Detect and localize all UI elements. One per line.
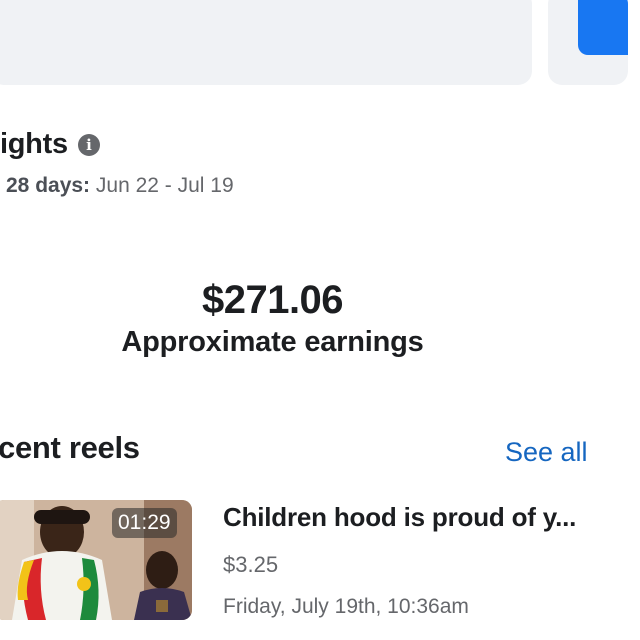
top-summary-card <box>0 0 532 85</box>
top-right-card <box>548 0 628 85</box>
insights-title: ights <box>0 128 68 160</box>
date-range-prefix: 28 days: <box>6 174 91 197</box>
info-icon[interactable]: i <box>78 134 100 156</box>
top-action-button[interactable] <box>578 0 628 55</box>
reel-earnings: $3.25 <box>223 552 279 577</box>
reel-date: Friday, July 19th, 10:36am <box>223 595 469 618</box>
reel-title[interactable]: Children hood is proud of y... <box>223 502 576 533</box>
see-all-link[interactable]: See all <box>505 437 588 468</box>
date-range-value: Jun 22 - Jul 19 <box>90 174 234 197</box>
approximate-earnings-label: Approximate earnings <box>121 326 424 358</box>
reel-thumbnail[interactable]: 01:29 <box>0 500 192 620</box>
recent-reels-title: cent reels <box>0 430 140 465</box>
approximate-earnings-value: $271.06 <box>201 278 344 322</box>
reel-duration-badge: 01:29 <box>112 508 177 538</box>
date-range: 28 days: Jun 22 - Jul 19 <box>6 174 234 198</box>
